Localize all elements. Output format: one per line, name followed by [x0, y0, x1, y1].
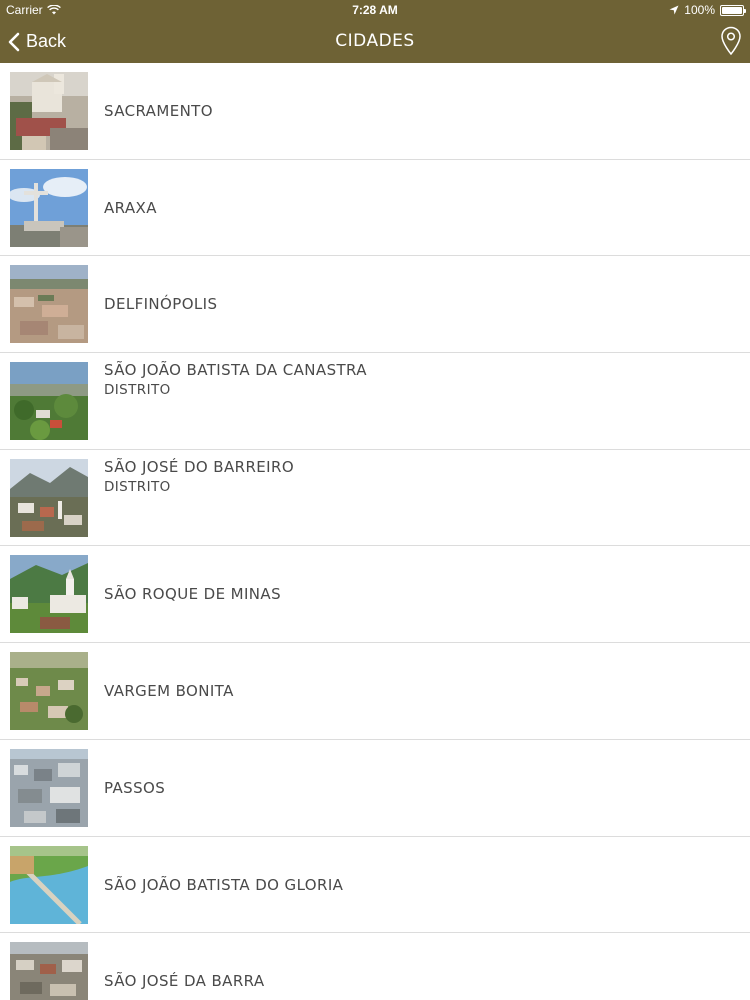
- list-item[interactable]: VARGEM BONITA: [0, 643, 750, 740]
- city-thumbnail: [10, 265, 88, 344]
- list-item[interactable]: SÃO JOSÉ DO BARREIRO DISTRITO: [0, 449, 750, 547]
- city-text: VARGEM BONITA: [104, 643, 730, 739]
- navigation-bar: Back CIDADES: [0, 20, 750, 63]
- city-thumbnail: [10, 555, 88, 634]
- status-right: 100%: [669, 3, 746, 17]
- battery-percent: 100%: [684, 3, 715, 17]
- list-item[interactable]: PASSOS: [0, 739, 750, 837]
- city-name: VARGEM BONITA: [104, 682, 234, 701]
- city-text: DELFINÓPOLIS: [104, 256, 730, 352]
- city-text: SÃO JOSÉ DO BARREIRO DISTRITO: [104, 450, 730, 546]
- city-thumbnail: [10, 942, 88, 1000]
- status-time: 7:28 AM: [352, 3, 398, 17]
- status-bar: Carrier 7:28 AM 100%: [0, 0, 750, 20]
- city-name: SÃO ROQUE DE MINAS: [104, 585, 281, 604]
- location-pin-icon[interactable]: [720, 26, 742, 56]
- city-text: SACRAMENTO: [104, 63, 730, 159]
- city-thumbnail: [10, 652, 88, 731]
- list-item[interactable]: SÃO JOÃO BATISTA DA CANASTRA DISTRITO: [0, 353, 750, 450]
- city-text: SÃO ROQUE DE MINAS: [104, 546, 730, 642]
- list-item[interactable]: SACRAMENTO: [0, 63, 750, 160]
- list-item[interactable]: SÃO JOÃO BATISTA DO GLORIA: [0, 836, 750, 934]
- list-item[interactable]: SÃO JOSÉ DA BARRA: [0, 933, 750, 1000]
- list-item[interactable]: ARAXA: [0, 159, 750, 257]
- city-thumbnail: [10, 72, 88, 150]
- city-thumbnail: [10, 168, 88, 247]
- city-name: SÃO JOÃO BATISTA DA CANASTRA: [104, 361, 367, 380]
- city-name: SÃO JOÃO BATISTA DO GLORIA: [104, 875, 344, 894]
- battery-icon: [720, 4, 746, 16]
- city-name: SÃO JOSÉ DO BARREIRO: [104, 457, 295, 476]
- chevron-left-icon: [8, 32, 20, 51]
- city-text: SÃO JOÃO BATISTA DA CANASTRA DISTRITO: [104, 353, 730, 449]
- city-name: DELFINÓPOLIS: [104, 295, 218, 314]
- city-list[interactable]: SACRAMENTO ARAXA DELFINÓPOLIS SÃO JOÃO B…: [0, 63, 750, 1000]
- list-item[interactable]: SÃO ROQUE DE MINAS: [0, 546, 750, 644]
- page-title: CIDADES: [335, 31, 415, 51]
- city-name: SACRAMENTO: [104, 102, 213, 120]
- city-text: SÃO JOSÉ DA BARRA: [104, 933, 730, 1000]
- city-name: ARAXA: [104, 198, 157, 217]
- city-thumbnail: [10, 458, 88, 537]
- back-button[interactable]: Back: [8, 20, 66, 63]
- city-text: ARAXA: [104, 160, 730, 256]
- city-thumbnail: [10, 748, 88, 827]
- city-thumbnail: [10, 362, 88, 441]
- list-item[interactable]: DELFINÓPOLIS: [0, 256, 750, 354]
- city-text: PASSOS: [104, 740, 730, 836]
- city-subtitle: DISTRITO: [104, 382, 171, 399]
- location-arrow-icon: [669, 5, 679, 15]
- back-label: Back: [26, 31, 67, 51]
- city-subtitle: DISTRITO: [104, 478, 171, 495]
- city-name: SÃO JOSÉ DA BARRA: [104, 972, 265, 991]
- city-text: SÃO JOÃO BATISTA DO GLORIA: [104, 837, 730, 933]
- city-name: PASSOS: [104, 778, 166, 797]
- city-thumbnail: [10, 845, 88, 924]
